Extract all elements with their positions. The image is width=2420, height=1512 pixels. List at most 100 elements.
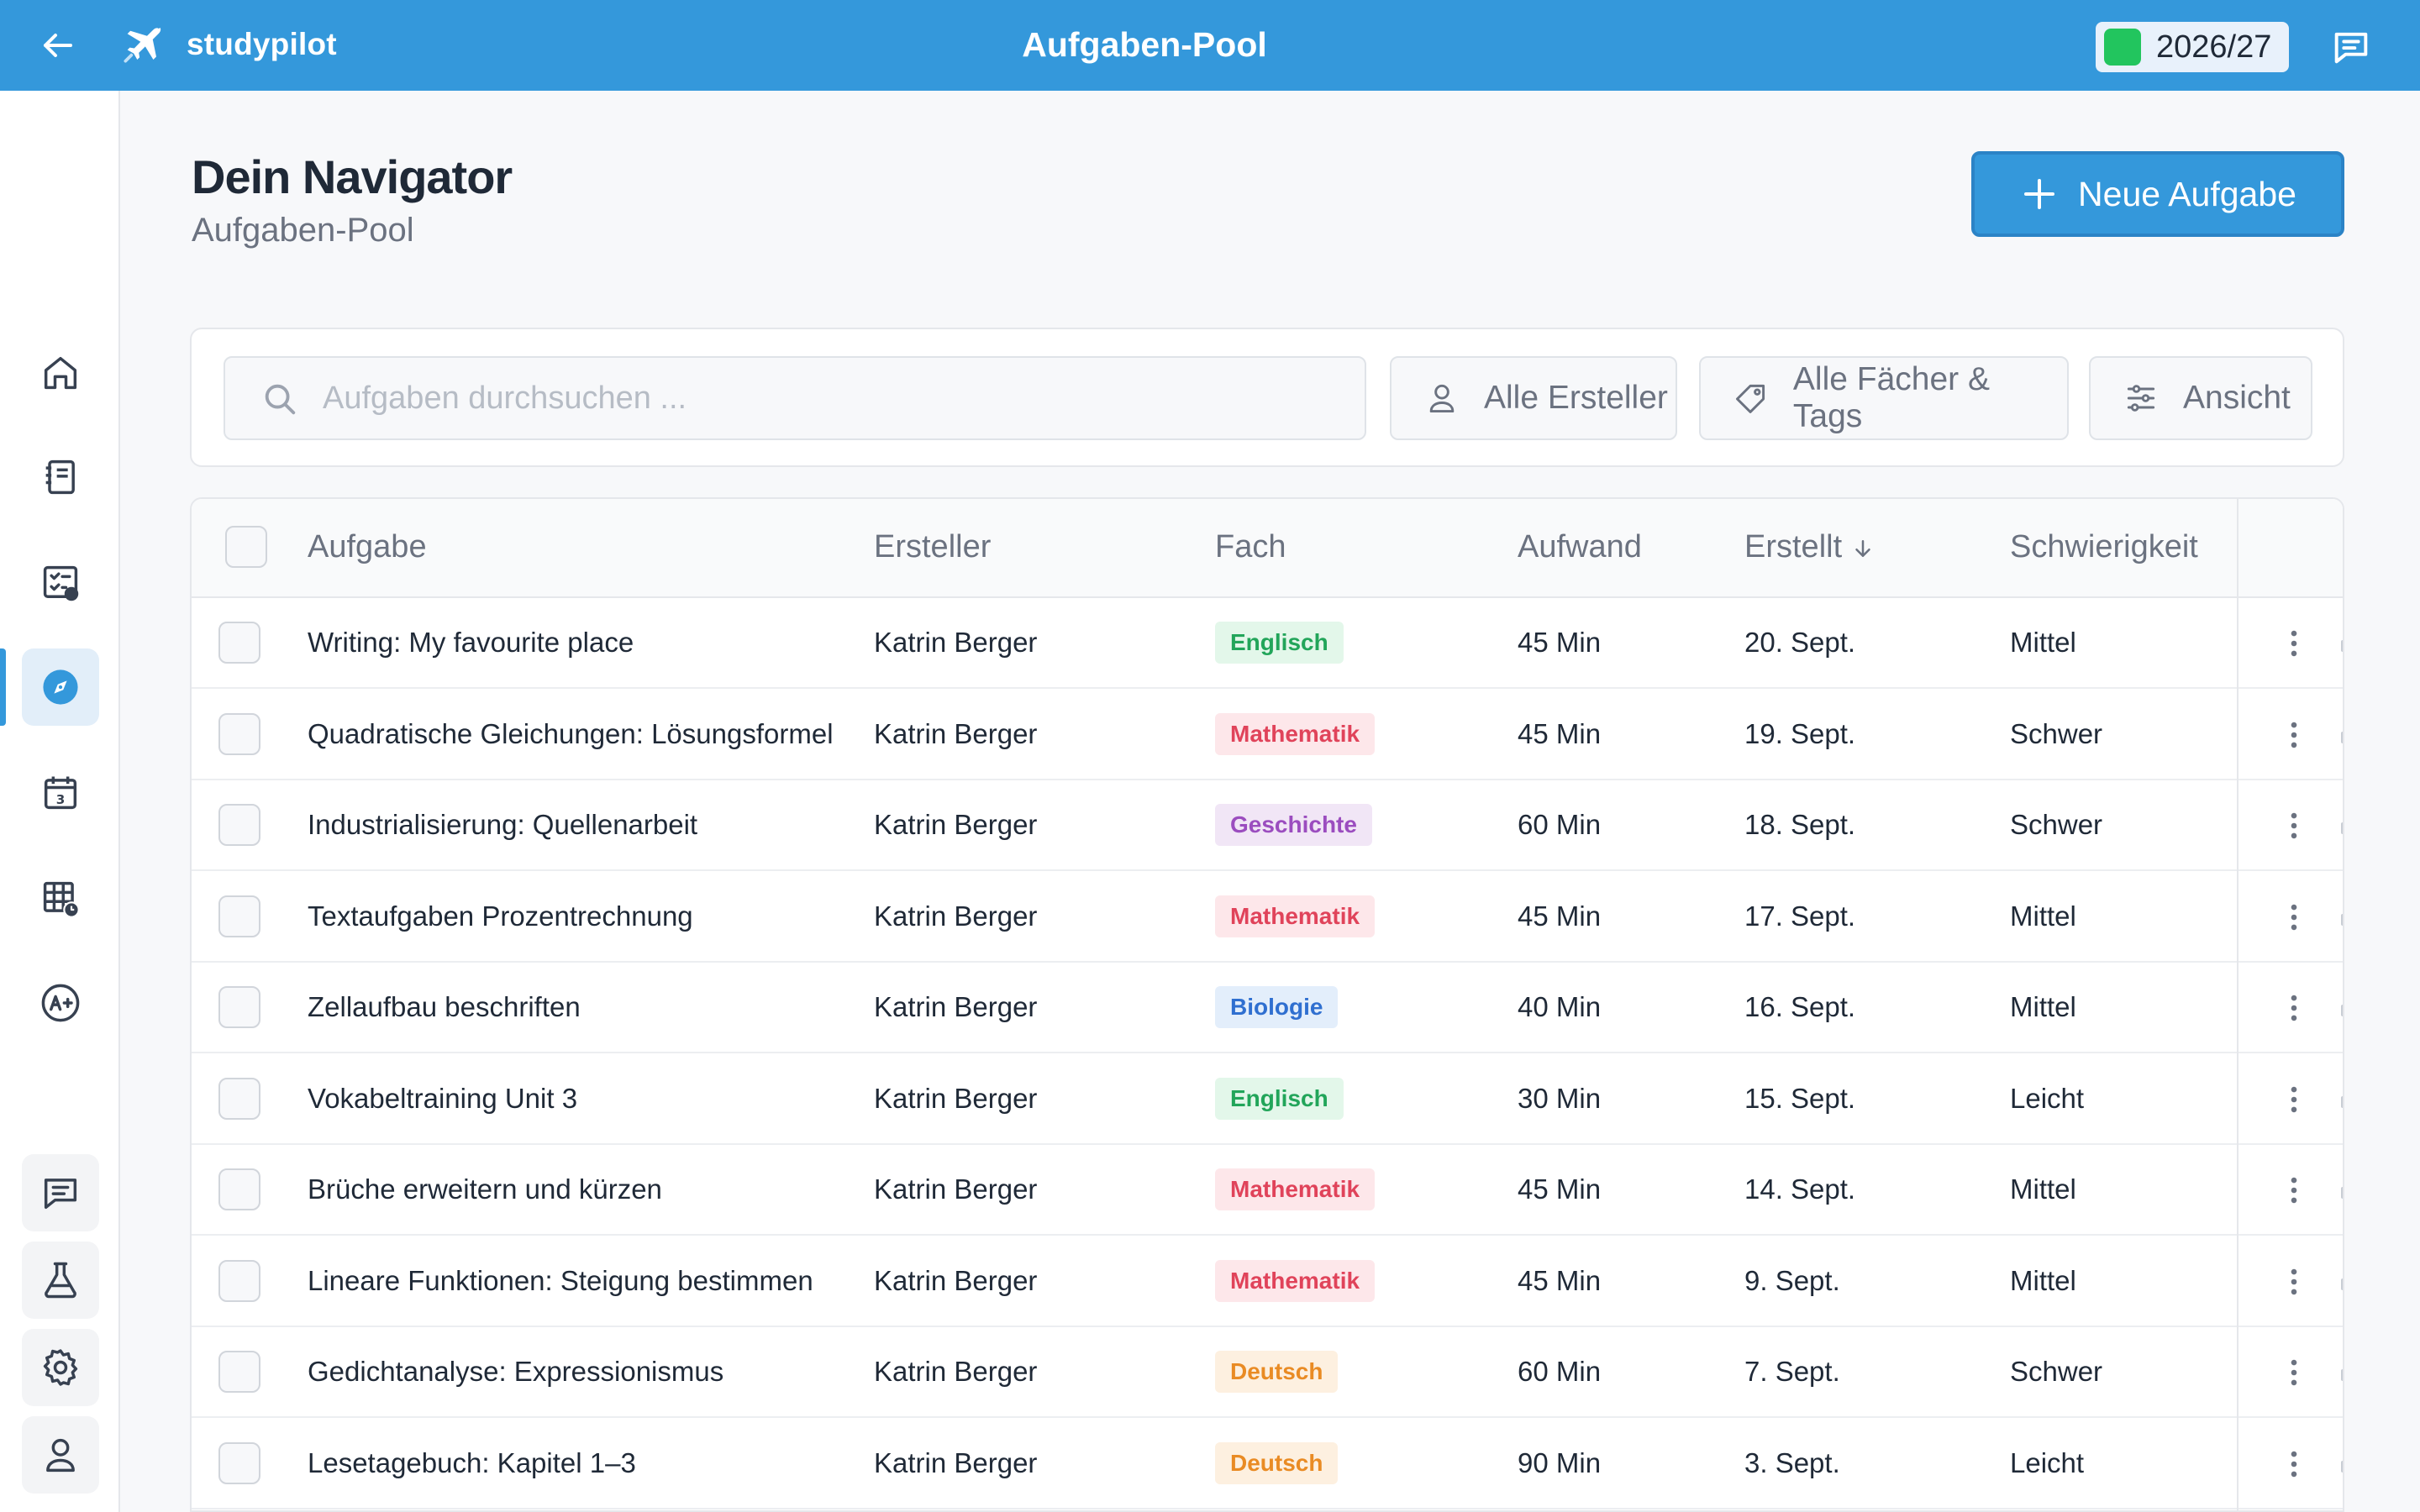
task-title[interactable]: Quadratische Gleichungen: Lösungsformel	[308, 718, 834, 750]
task-created-date: 18. Sept.	[1744, 809, 1856, 840]
row-checkbox[interactable]	[218, 895, 260, 937]
top-bar: studypilot Aufgaben-Pool 2026/27	[0, 0, 2420, 91]
sidebar-item-notebook[interactable]	[22, 438, 99, 516]
column-header-effort[interactable]: Aufwand	[1518, 529, 1642, 565]
scroll-edge-marker	[2341, 640, 2343, 652]
row-checkbox[interactable]	[218, 986, 260, 1028]
creator-filter-button[interactable]: Alle Ersteller	[1390, 356, 1677, 440]
task-difficulty: Mittel	[2010, 1264, 2076, 1296]
task-created-date: 7. Sept.	[1744, 1356, 1840, 1387]
table-row[interactable]: Brüche erweitern und kürzen Katrin Berger…	[192, 1145, 2343, 1236]
task-created-date: 14. Sept.	[1744, 1173, 1856, 1205]
gear-icon	[43, 1349, 78, 1386]
search-box[interactable]	[224, 356, 1366, 440]
more-options-icon[interactable]	[2275, 625, 2312, 662]
table-row[interactable]: Lesetagebuch: Kapitel 1–3 Katrin Berger De…	[192, 1419, 2343, 1509]
task-created-date: 19. Sept.	[1744, 717, 1856, 749]
select-all-checkbox[interactable]	[225, 526, 267, 568]
scroll-edge-marker	[2341, 1005, 2343, 1016]
chat-icon	[44, 1179, 77, 1210]
row-checkbox[interactable]	[218, 1168, 260, 1210]
sidebar-item-calendar[interactable]: 3	[22, 754, 99, 832]
column-header-subject[interactable]: Fach	[1215, 529, 1286, 565]
scroll-edge-marker	[2341, 731, 2343, 743]
more-options-icon[interactable]	[2275, 1446, 2312, 1483]
task-title[interactable]: Zellaufbau beschriften	[308, 991, 581, 1023]
sidebar-item-grades[interactable]	[22, 964, 99, 1042]
task-effort: 45 Min	[1518, 900, 1602, 932]
more-options-icon[interactable]	[2275, 1081, 2312, 1118]
row-checkbox[interactable]	[218, 1077, 260, 1120]
sidebar-item-profile[interactable]	[22, 1416, 99, 1494]
task-title[interactable]: Lineare Funktionen: Steigung bestimmen	[308, 1265, 813, 1297]
column-header-created[interactable]: Erstellt	[1744, 529, 1876, 565]
task-title[interactable]: Vokabeltraining Unit 3	[308, 1083, 577, 1115]
more-options-icon[interactable]	[2275, 990, 2312, 1026]
row-checkbox[interactable]	[218, 622, 260, 664]
new-task-label: Neue Aufgabe	[2078, 174, 2296, 213]
school-year-selector[interactable]: 2026/27	[2096, 22, 2289, 72]
task-title[interactable]: Brüche erweitern und kürzen	[308, 1173, 662, 1205]
sidebar-item-settings[interactable]	[22, 1329, 99, 1406]
task-title[interactable]: Gedichtanalyse: Expressionismus	[308, 1356, 723, 1388]
subject-badge: Deutsch	[1215, 1351, 1339, 1393]
task-effort: 90 Min	[1518, 1446, 1602, 1478]
column-header-created-label: Erstellt	[1744, 529, 1843, 564]
task-title[interactable]: Textaufgaben Prozentrechnung	[308, 900, 693, 932]
subject-badge: Geschichte	[1215, 804, 1372, 846]
task-difficulty: Mittel	[2010, 627, 2076, 658]
svg-text:3: 3	[56, 792, 66, 807]
task-created-date: 15. Sept.	[1744, 1082, 1856, 1114]
task-created-date: 16. Sept.	[1744, 991, 1856, 1022]
task-created-date: 9. Sept.	[1744, 1264, 1840, 1296]
row-checkbox[interactable]	[218, 1351, 260, 1393]
task-creator: Katrin Berger	[874, 900, 1038, 932]
search-icon	[265, 384, 296, 415]
task-creator: Katrin Berger	[874, 991, 1038, 1022]
more-options-icon[interactable]	[2275, 899, 2312, 936]
sidebar-item-tasks[interactable]	[22, 544, 99, 622]
task-creator: Katrin Berger	[874, 1446, 1038, 1478]
sidebar-item-timetable[interactable]	[22, 860, 99, 937]
sidebar-item-lab[interactable]	[22, 1242, 99, 1319]
task-effort: 45 Min	[1518, 627, 1602, 658]
task-title[interactable]: Industrialisierung: Quellenarbeit	[308, 809, 697, 841]
column-header-difficulty[interactable]: Schwierigkeit	[2010, 529, 2198, 565]
task-effort: 45 Min	[1518, 1173, 1602, 1205]
table-row[interactable]: Industrialisierung: Quellenarbeit Katrin …	[192, 780, 2343, 871]
tasks-icon	[43, 565, 79, 601]
row-checkbox[interactable]	[218, 804, 260, 846]
table-row[interactable]: Quadratische Gleichungen: Lösungsformel K…	[192, 690, 2343, 780]
search-input[interactable]	[323, 375, 1331, 422]
row-checkbox[interactable]	[218, 712, 260, 755]
more-options-icon[interactable]	[2275, 1263, 2312, 1300]
view-options-button[interactable]: Ansicht	[2089, 356, 2312, 440]
table-row[interactable]: Writing: My favourite place Katrin Berger…	[192, 598, 2343, 689]
column-header-creator[interactable]: Ersteller	[874, 529, 991, 565]
task-difficulty: Schwer	[2010, 1356, 2103, 1387]
more-options-icon[interactable]	[2275, 1354, 2312, 1391]
chat-icon[interactable]	[2329, 25, 2373, 69]
sidebar-item-home[interactable]	[22, 334, 99, 412]
table-row[interactable]: Gedichtanalyse: Expressionismus Katrin Be…	[192, 1327, 2343, 1418]
table-row[interactable]: Zellaufbau beschriften Katrin Berger Biolo…	[192, 963, 2343, 1053]
new-task-button[interactable]: Neue Aufgabe	[1971, 151, 2344, 237]
sidebar-item-navigator[interactable]	[22, 648, 99, 726]
column-header-task[interactable]: Aufgabe	[308, 529, 427, 565]
sidebar-item-messages[interactable]	[22, 1154, 99, 1231]
task-title[interactable]: Lesetagebuch: Kapitel 1–3	[308, 1447, 636, 1479]
task-title[interactable]: Writing: My favourite place	[308, 627, 634, 659]
more-options-icon[interactable]	[2275, 1172, 2312, 1209]
table-row[interactable]: Vokabeltraining Unit 3 Katrin Berger Engli…	[192, 1054, 2343, 1145]
plus-icon	[2024, 179, 2055, 209]
subject-filter-button[interactable]: Alle Fächer & Tags	[1699, 356, 2069, 440]
more-options-icon[interactable]	[2275, 807, 2312, 844]
row-checkbox[interactable]	[218, 1259, 260, 1302]
row-checkbox[interactable]	[218, 1441, 260, 1484]
task-difficulty: Leicht	[2010, 1082, 2085, 1114]
user-icon	[46, 1438, 75, 1473]
table-row[interactable]: Lineare Funktionen: Steigung bestimmen Ka…	[192, 1236, 2343, 1327]
more-options-icon[interactable]	[2275, 717, 2312, 753]
table-row[interactable]: Textaufgaben Prozentrechnung Katrin Berge…	[192, 872, 2343, 963]
task-effort: 45 Min	[1518, 1264, 1602, 1296]
